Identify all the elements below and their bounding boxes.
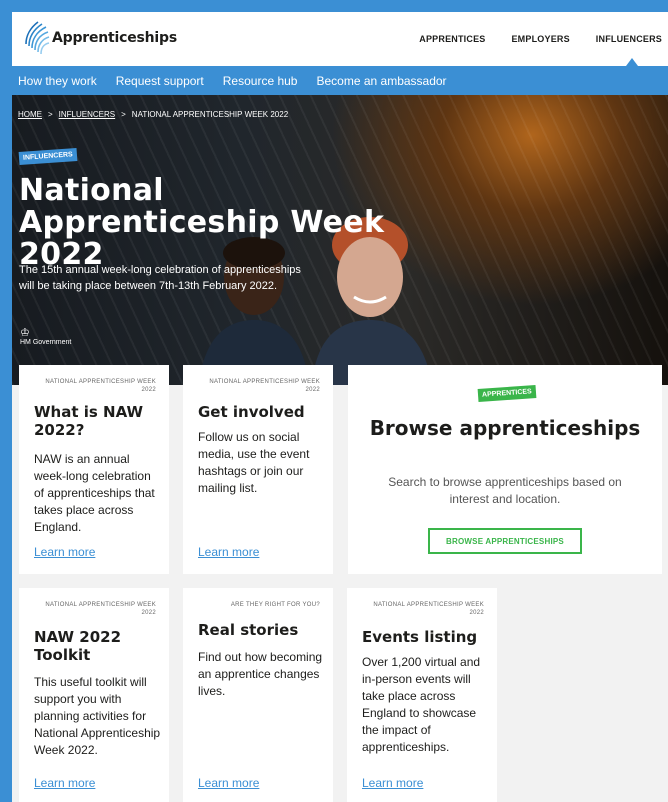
card-kicker: NATIONAL APPRENTICESHIP WEEK 2022 [373, 602, 484, 616]
subnav-become-ambassador[interactable]: Become an ambassador [316, 74, 446, 88]
learn-more-link[interactable]: Learn more [34, 545, 95, 559]
card-body: This useful toolkit will support you wit… [34, 675, 161, 757]
card-kicker: NATIONAL APPRENTICESHIP WEEK 2022 [45, 379, 156, 393]
site-header: Apprenticeships APPRENTICES EMPLOYERS IN… [12, 12, 668, 66]
hm-government-text: HM Government [20, 339, 72, 346]
apprentices-badge: APPRENTICES [477, 384, 537, 403]
card-get-involved: NATIONAL APPRENTICESHIP WEEK 2022 Get in… [183, 365, 333, 574]
card-body: Over 1,200 virtual and in-person events … [362, 655, 481, 754]
browse-apprenticeships-button[interactable]: BROWSE APPRENTICESHIPS [428, 528, 582, 554]
card-title: Events listing [362, 628, 478, 646]
topnav-apprentices[interactable]: APPRENTICES [419, 34, 485, 44]
hm-government-logo: ♔ HM Government [20, 327, 72, 347]
top-nav: APPRENTICES EMPLOYERS INFLUENCERS [419, 34, 662, 44]
card-title: NAW 2022 Toolkit [34, 628, 122, 664]
card-kicker: NATIONAL APPRENTICESHIP WEEK 2022 [209, 379, 320, 393]
card-kicker: ARE THEY RIGHT FOR YOU? [230, 602, 320, 608]
hero-banner: HOME > INFLUENCERS > NATIONAL APPRENTICE… [12, 95, 668, 385]
logo-swirl-icon [25, 21, 50, 55]
breadcrumb-current: NATIONAL APPRENTICESHIP WEEK 2022 [131, 110, 289, 119]
logo[interactable]: Apprenticeships [20, 20, 177, 56]
card-title: Real stories [198, 621, 299, 639]
crest-icon: ♔ [20, 327, 30, 339]
learn-more-link[interactable]: Learn more [198, 545, 259, 559]
browse-title: Browse apprenticeships [369, 416, 641, 440]
breadcrumb: HOME > INFLUENCERS > NATIONAL APPRENTICE… [18, 110, 288, 119]
learn-more-link[interactable]: Learn more [34, 776, 95, 790]
page-frame: Apprenticeships APPRENTICES EMPLOYERS IN… [12, 12, 668, 802]
subnav-resource-hub[interactable]: Resource hub [223, 74, 298, 88]
breadcrumb-home[interactable]: HOME [18, 110, 42, 119]
card-body: Find out how becoming an apprentice chan… [198, 650, 323, 698]
topnav-influencers[interactable]: INFLUENCERS [596, 34, 662, 44]
hero-subtitle: The 15th annual week-long celebration of… [19, 264, 301, 292]
browse-apprenticeships-card: APPRENTICES Browse apprenticeships Searc… [348, 365, 662, 574]
learn-more-link[interactable]: Learn more [362, 776, 423, 790]
subnav-how-they-work[interactable]: How they work [18, 74, 97, 88]
card-title: Get involved [198, 403, 305, 421]
card-what-is-naw: NATIONAL APPRENTICESHIP WEEK 2022 What i… [19, 365, 169, 574]
card-kicker: NATIONAL APPRENTICESHIP WEEK 2022 [45, 602, 156, 616]
card-naw-toolkit: NATIONAL APPRENTICESHIP WEEK 2022 NAW 20… [19, 588, 169, 802]
logo-text: Apprenticeships [52, 30, 177, 46]
card-real-stories: ARE THEY RIGHT FOR YOU? Real stories Fin… [183, 588, 333, 802]
subnav-request-support[interactable]: Request support [116, 74, 204, 88]
card-title: What is NAW 2022? [34, 403, 144, 439]
breadcrumb-separator: > [121, 110, 126, 119]
breadcrumb-separator: > [48, 110, 53, 119]
breadcrumb-influencers[interactable]: INFLUENCERS [59, 110, 115, 119]
browse-subtitle: Search to browse apprenticeships based o… [388, 475, 622, 506]
active-nav-caret [626, 58, 638, 66]
card-body: NAW is an annual week-long celebration o… [34, 452, 155, 534]
page-title: National Apprenticeship Week 2022 [19, 173, 385, 272]
topnav-employers[interactable]: EMPLOYERS [511, 34, 569, 44]
sub-nav: How they work Request support Resource h… [12, 66, 668, 95]
card-events-listing: NATIONAL APPRENTICESHIP WEEK 2022 Events… [347, 588, 497, 802]
card-body: Follow us on social media, use the event… [198, 430, 310, 495]
learn-more-link[interactable]: Learn more [198, 776, 259, 790]
